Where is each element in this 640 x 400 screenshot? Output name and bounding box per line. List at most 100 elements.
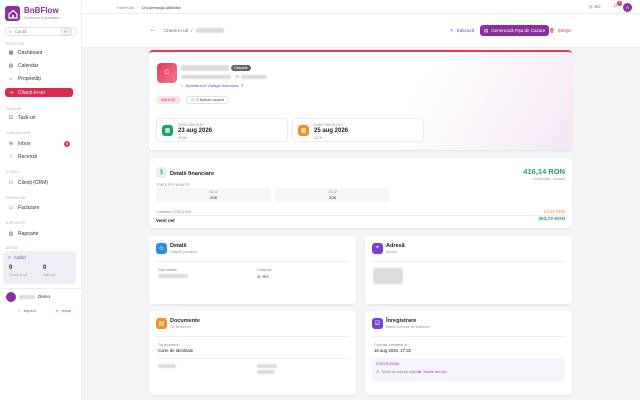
user-icon: ☺ bbox=[156, 243, 167, 254]
section-rapoarte: RAPOARTE bbox=[6, 221, 26, 225]
edit-icon: ✎ bbox=[450, 27, 454, 33]
activity-header: ↗ Astăzi bbox=[7, 255, 27, 260]
external-link-icon: ↗ bbox=[240, 83, 244, 88]
finance-total: 416,14 RON bbox=[523, 167, 565, 176]
send-icon: ➤ bbox=[418, 370, 422, 374]
profile-name-blurred bbox=[19, 295, 35, 299]
sidebar-item-rapoarte[interactable]: ▥ Rapoarte bbox=[5, 229, 73, 238]
moon-icon: ☾ bbox=[18, 308, 22, 313]
sidebar-item-recenzii[interactable]: ☆ Recenzii bbox=[5, 152, 73, 161]
address-blurred bbox=[373, 268, 403, 284]
sidebar-item-proprietati[interactable]: ⌂ Proprietăți bbox=[5, 74, 73, 83]
invoice-icon: ▭ bbox=[8, 204, 14, 211]
search-input[interactable]: ⌕ Caută ⌘K bbox=[5, 27, 76, 36]
breadcrumb-item[interactable]: Rezervări bbox=[117, 5, 134, 10]
guest-tag: Oaspete bbox=[231, 65, 251, 71]
guest-avatar: C bbox=[157, 63, 177, 83]
completed-label: Formular completat la bbox=[374, 343, 407, 347]
sidebar-item-label: Clienți (CRM) bbox=[18, 179, 48, 186]
calendar-icon: ▤ bbox=[8, 62, 14, 69]
breakdown-label: TOATE PER NOAPTE bbox=[156, 183, 190, 187]
email-status-label: STATUS EMAIL bbox=[376, 362, 400, 366]
search-placeholder: Caută bbox=[14, 29, 27, 34]
document-icon: ▤ bbox=[156, 318, 167, 329]
inbox-icon: ✉ bbox=[8, 140, 14, 147]
task-icon: ☑ bbox=[8, 114, 14, 121]
back-arrow-icon[interactable]: ← bbox=[150, 27, 156, 33]
search-icon: ⌕ bbox=[9, 29, 12, 34]
checkout-count: 0 bbox=[43, 265, 47, 271]
sidebar-item-taskuri[interactable]: ☑ Task-uri bbox=[5, 113, 73, 122]
document-icon: ▤ bbox=[484, 27, 489, 33]
user-avatar[interactable]: A bbox=[623, 3, 632, 12]
trash-icon: 🗑 bbox=[549, 27, 555, 33]
avatar[interactable] bbox=[6, 292, 16, 302]
sidebar-item-calendar[interactable]: ▤ Calendar bbox=[5, 61, 73, 70]
users-icon: ⚇ bbox=[8, 179, 14, 186]
property-link[interactable]: ⌂ Apartament Vintage Aninoasa ↗ bbox=[181, 83, 244, 88]
checkin-time: 15:00 bbox=[178, 136, 187, 140]
map-pin-icon: ⌖ bbox=[372, 243, 383, 254]
details-card: ☺ Detalii Oaspeți principali Data nașter… bbox=[149, 236, 356, 304]
sidebar-item-checkin[interactable]: ⇥ Check-in-uri bbox=[5, 88, 73, 97]
profile-area: Demo ☾ Aspect ⇤ Ieșire bbox=[0, 288, 82, 316]
doc-type-label: Tip document bbox=[158, 343, 179, 347]
checkout-time: 11:00 bbox=[314, 136, 323, 140]
delete-button[interactable]: 🗑 Șterge bbox=[545, 25, 575, 36]
sidebar-item-inbox[interactable]: ✉ Inbox 4 bbox=[5, 139, 73, 148]
status-badge: ANULAT bbox=[156, 96, 181, 104]
chart-icon: ▥ bbox=[8, 230, 14, 237]
logout-button[interactable]: ⇤ Ieșire bbox=[56, 308, 71, 313]
section-main: PRINCIPAL bbox=[6, 42, 25, 46]
divider bbox=[156, 215, 565, 216]
checkin-count: 0 bbox=[9, 265, 13, 271]
edit-button[interactable]: ✎ Editează bbox=[446, 25, 478, 36]
chevron-right-icon: › bbox=[137, 5, 139, 10]
star-icon: ☆ bbox=[8, 153, 14, 160]
logo[interactable] bbox=[5, 6, 20, 21]
sidebar-item-label: Recenzii bbox=[18, 153, 38, 160]
night-price: 208 bbox=[329, 195, 336, 200]
activity-icon: ↗ bbox=[7, 255, 11, 260]
breadcrumb-current: Cht-demougi-u5dt4fav bbox=[141, 5, 182, 10]
net-label: Venit net bbox=[156, 218, 175, 223]
theme-button[interactable]: ☾ Aspect bbox=[18, 308, 36, 313]
sidebar-item-dashboard[interactable]: ▦ Dashboard bbox=[5, 48, 73, 57]
section-clienti: CLIENȚI bbox=[6, 170, 21, 174]
dollar-icon: $ bbox=[156, 167, 167, 178]
logout-icon: ⇤ bbox=[56, 308, 60, 313]
calendar-icon: ▦ bbox=[298, 125, 309, 136]
resend-button[interactable]: ➤ Trimite din nou bbox=[418, 370, 447, 374]
house-icon bbox=[7, 9, 18, 19]
globe-icon: ◎ bbox=[257, 274, 261, 279]
commission-label: Comision OTA (15%) bbox=[156, 210, 192, 214]
guest-fullname-blurred bbox=[181, 65, 229, 71]
checkin-label: DATA CHECK-IN bbox=[178, 123, 204, 127]
section-comunicare: COMUNICARE bbox=[6, 131, 31, 135]
sidebar-item-facturare[interactable]: ▭ Facturare bbox=[5, 203, 73, 212]
sidebar-item-label: Task-uri bbox=[18, 114, 36, 121]
sidebar-item-clienti[interactable]: ⚇ Clienți (CRM) bbox=[5, 178, 73, 187]
night-chip: 24.12 208 bbox=[275, 188, 390, 202]
section-astazi: ASTĂZI bbox=[6, 246, 19, 250]
guest-name-blurred bbox=[195, 28, 224, 33]
header-back-link[interactable]: Check-in-uri bbox=[164, 28, 188, 33]
email-status-value: ✉ Trimis pe adresă oaspete bbox=[376, 370, 422, 374]
birthdate-blurred bbox=[158, 274, 188, 278]
generate-form-button[interactable]: ▤ Generează Fișa de Cazare bbox=[480, 25, 550, 36]
language-selector[interactable]: ◎ RO bbox=[589, 4, 601, 9]
finance-title: Detalii financiare bbox=[170, 171, 215, 177]
profile-name: Demo bbox=[38, 294, 51, 299]
completed-value: 16 aug 2026, 17:32 bbox=[374, 348, 412, 353]
nationality-label: Cetățenie bbox=[257, 268, 272, 272]
birthdate-label: Data nașterii bbox=[158, 268, 178, 272]
email-status-box: STATUS EMAIL ✉ Trimis pe adresă oaspete ➤… bbox=[372, 358, 565, 382]
registration-subtitle: Status formular de înditinare bbox=[386, 325, 430, 329]
checkout-date: 25 aug 2026 bbox=[314, 128, 349, 134]
registration-card: ☑ Înregistrare Status formular de înditi… bbox=[365, 311, 572, 395]
building-icon: ⌂ bbox=[9, 75, 13, 82]
sidebar-item-label: Dashboard bbox=[18, 49, 43, 56]
registration-title: Înregistrare bbox=[386, 318, 417, 324]
activity-widget: ↗ Astăzi 0 Check-in-uri 0 Ieșiri azi bbox=[3, 251, 76, 284]
section-financiar: FINANCIAR bbox=[6, 196, 26, 200]
